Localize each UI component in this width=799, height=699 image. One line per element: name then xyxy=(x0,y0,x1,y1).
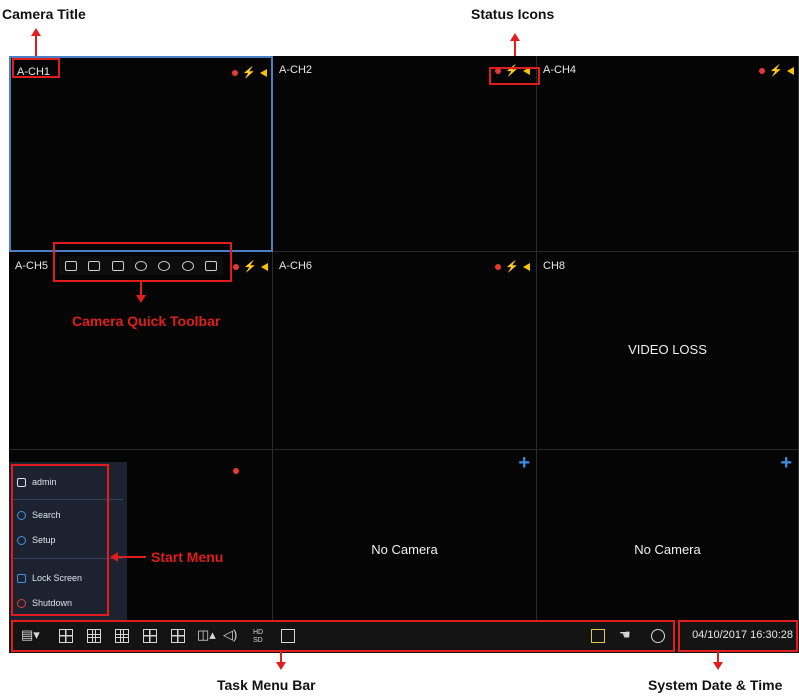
camera-screen: A-CH1 ⚡ A-CH2 ⚡ A-CH4 ⚡ A-CH5 ⚡ A-CH6 ⚡ … xyxy=(9,56,799,653)
camera-title-highlight xyxy=(12,58,60,78)
camera-cell-6[interactable]: CH8 VIDEO LOSS xyxy=(537,252,799,450)
motion-icon: ⚡ xyxy=(242,67,256,79)
status-icons: ⚡ xyxy=(232,67,267,79)
camera-quick-toolbar-callout: Camera Quick Toolbar xyxy=(72,313,221,329)
task-menu-bar-arrow-head xyxy=(276,662,286,670)
camera-cell-3[interactable]: A-CH4 ⚡ xyxy=(537,56,799,252)
start-menu-callout: Start Menu xyxy=(151,549,224,565)
video-loss-text: VIDEO LOSS xyxy=(628,342,707,357)
system-date-time-arrow-head xyxy=(713,662,723,670)
task-menu-bar-callout: Task Menu Bar xyxy=(217,677,316,693)
start-menu-arrow-head xyxy=(110,552,118,562)
camera-title: A-CH5 xyxy=(15,260,49,272)
camera-cell-8[interactable]: + No Camera xyxy=(273,450,537,622)
plus-icon[interactable]: + xyxy=(518,452,530,475)
camera-cell-5[interactable]: A-CH6 ⚡ xyxy=(273,252,537,450)
quick-toolbar-arrow xyxy=(140,282,142,295)
quick-toolbar-arrow-head xyxy=(136,295,146,303)
alarm-icon xyxy=(260,69,267,77)
record-dot-icon xyxy=(233,264,240,270)
record-dot-icon xyxy=(232,70,239,76)
camera-cell-9[interactable]: + No Camera xyxy=(537,450,799,622)
system-date-time-highlight xyxy=(678,620,798,652)
no-camera-text: No Camera xyxy=(634,542,701,557)
alarm-icon xyxy=(523,263,530,271)
quick-toolbar-highlight xyxy=(53,242,232,282)
status-icons-highlight xyxy=(489,67,540,85)
plus-icon[interactable]: + xyxy=(780,452,792,475)
camera-title: CH8 xyxy=(543,260,566,272)
status-icons-callout: Status Icons xyxy=(471,6,555,22)
task-menu-bar-arrow xyxy=(280,652,282,662)
record-dot-icon xyxy=(495,264,502,270)
camera-title: A-CH6 xyxy=(279,260,313,272)
camera-title-callout: Camera Title xyxy=(2,6,86,22)
system-date-time-arrow xyxy=(717,652,719,662)
system-date-time-callout: System Date & Time xyxy=(648,677,783,693)
task-menu-bar-highlight xyxy=(11,620,675,652)
camera-title: A-CH4 xyxy=(543,64,577,76)
camera-cell-2[interactable]: A-CH2 ⚡ xyxy=(273,56,537,252)
status-icons: ⚡ xyxy=(495,261,530,273)
start-menu-arrow xyxy=(118,556,146,558)
record-dot-icon xyxy=(233,468,239,474)
motion-icon: ⚡ xyxy=(505,261,519,273)
camera-grid: A-CH1 ⚡ A-CH2 ⚡ A-CH4 ⚡ A-CH5 ⚡ A-CH6 ⚡ … xyxy=(9,56,799,622)
start-menu-highlight xyxy=(11,464,109,616)
camera-cell-1[interactable]: A-CH1 ⚡ xyxy=(9,56,273,252)
motion-icon: ⚡ xyxy=(769,65,783,77)
status-icons: ⚡ xyxy=(759,65,794,77)
record-dot-icon xyxy=(759,68,766,74)
motion-icon: ⚡ xyxy=(243,261,257,273)
no-camera-text: No Camera xyxy=(371,542,438,557)
alarm-icon xyxy=(787,67,794,75)
status-icons: ⚡ xyxy=(233,261,268,273)
camera-title: A-CH2 xyxy=(279,64,313,76)
camera-title-arrow xyxy=(35,35,37,57)
alarm-icon xyxy=(261,263,268,271)
